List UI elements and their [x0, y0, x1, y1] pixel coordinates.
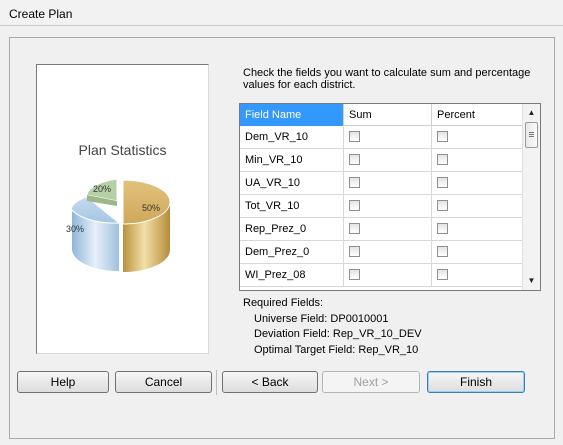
percent-checkbox[interactable] — [437, 246, 448, 257]
instructions-text: Check the fields you want to calculate s… — [243, 67, 531, 91]
finish-button[interactable]: Finish — [427, 371, 525, 393]
universe-field-text: Universe Field: DP0010001 — [254, 312, 389, 325]
plan-statistics-title: Plan Statistics — [78, 142, 167, 158]
sum-checkbox[interactable] — [349, 154, 360, 165]
percent-checkbox[interactable] — [437, 223, 448, 234]
pie-label-50: 50% — [142, 203, 160, 213]
pie-label-30: 30% — [66, 224, 84, 234]
table-row[interactable]: Dem_VR_10 — [240, 126, 522, 149]
percent-checkbox[interactable] — [437, 154, 448, 165]
fields-grid: Field Name Sum Percent Dem_VR_10 Min_VR_… — [239, 103, 541, 291]
vertical-scrollbar[interactable]: ▲ ▼ — [522, 104, 540, 290]
table-row[interactable]: WI_Prez_08 — [240, 264, 522, 287]
required-fields-heading: Required Fields: — [243, 297, 324, 309]
sum-checkbox[interactable] — [349, 177, 360, 188]
sum-checkbox[interactable] — [349, 131, 360, 142]
sum-checkbox[interactable] — [349, 223, 360, 234]
table-row[interactable]: Dem_Prez_0 — [240, 241, 522, 264]
scrollbar-thumb[interactable] — [525, 122, 538, 148]
help-button[interactable]: Help — [17, 371, 109, 393]
sum-checkbox[interactable] — [349, 246, 360, 257]
required-fields-section: Required Fields: Universe Field: DP00100… — [243, 296, 422, 358]
field-name-cell: UA_VR_10 — [240, 172, 344, 194]
table-row[interactable]: Min_VR_10 — [240, 149, 522, 172]
scroll-down-arrow-icon[interactable]: ▼ — [523, 272, 540, 289]
table-row[interactable]: Rep_Prez_0 — [240, 218, 522, 241]
optimal-target-field-text: Optimal Target Field: Rep_VR_10 — [254, 343, 419, 356]
field-name-cell: Dem_Prez_0 — [240, 241, 344, 263]
column-header-field-name[interactable]: Field Name — [240, 104, 344, 126]
title-bar: Create Plan — [0, 0, 563, 26]
sum-checkbox[interactable] — [349, 200, 360, 211]
percent-checkbox[interactable] — [437, 177, 448, 188]
deviation-field-text: Deviation Field: Rep_VR_10_DEV — [254, 328, 422, 340]
field-name-cell: Rep_Prez_0 — [240, 218, 344, 240]
percent-checkbox[interactable] — [437, 269, 448, 280]
table-row[interactable]: Tot_VR_10 — [240, 195, 522, 218]
pie-label-20: 20% — [93, 184, 111, 194]
window-title: Create Plan — [9, 7, 73, 21]
field-name-cell: Min_VR_10 — [240, 149, 344, 171]
pie-chart-graphic: 20% 30% 50% — [66, 178, 171, 272]
field-name-cell: Tot_VR_10 — [240, 195, 344, 217]
sum-checkbox[interactable] — [349, 269, 360, 280]
table-row[interactable]: UA_VR_10 — [240, 172, 522, 195]
column-header-percent[interactable]: Percent — [432, 104, 522, 126]
column-header-sum[interactable]: Sum — [344, 104, 432, 126]
percent-checkbox[interactable] — [437, 200, 448, 211]
back-button[interactable]: < Back — [222, 371, 318, 393]
cancel-button[interactable]: Cancel — [115, 371, 212, 393]
scroll-up-arrow-icon[interactable]: ▲ — [523, 104, 540, 121]
next-button[interactable]: Next > — [322, 371, 420, 393]
field-name-cell: WI_Prez_08 — [240, 264, 344, 286]
field-name-cell: Dem_VR_10 — [240, 126, 344, 148]
percent-checkbox[interactable] — [437, 131, 448, 142]
plan-statistics-panel: Plan Statistics 20% 30% 50% — [36, 64, 209, 354]
button-divider — [216, 370, 217, 395]
